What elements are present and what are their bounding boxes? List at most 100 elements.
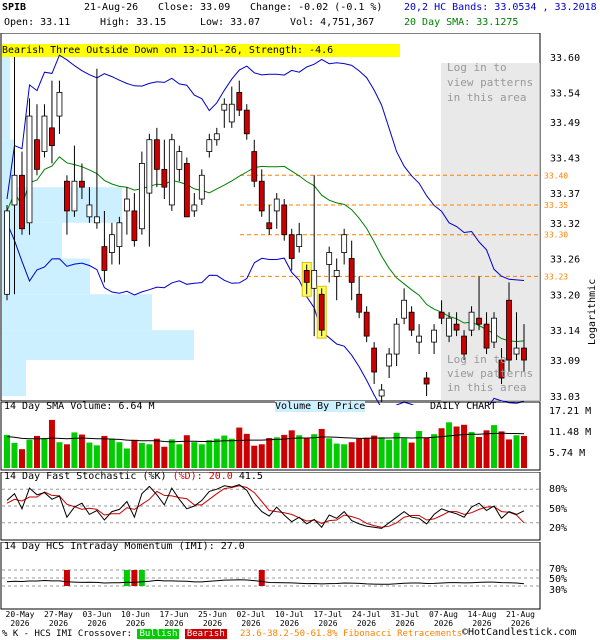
header-open: Open: 33.11 xyxy=(4,17,71,28)
volume-bar xyxy=(4,434,10,468)
volume-bar xyxy=(183,435,190,468)
volume-bar xyxy=(446,422,453,468)
price-axis: 33.60 33.54 33.49 33.43 33.37 33.32 33.26 33.20… xyxy=(550,53,580,403)
volume-bar xyxy=(416,431,423,468)
x-axis-label: 31-Jul xyxy=(391,610,420,619)
candle-body xyxy=(251,151,258,182)
brand-label[interactable]: ©HotCandlestick.com xyxy=(462,627,576,638)
x-axis-label: 14-Aug xyxy=(468,610,497,619)
x-axis-label: 20-May xyxy=(6,610,35,619)
stochastic-axis-label: 20% xyxy=(549,523,568,534)
candle-body xyxy=(146,139,153,194)
stochastic-d-title: (%D): xyxy=(172,471,203,482)
candle-body xyxy=(258,180,265,212)
login-prompt-bottom[interactable]: Log in to view patterns in this area xyxy=(447,353,533,395)
price-axis-label: 33.37 xyxy=(550,189,580,200)
hcs-lines xyxy=(2,569,540,587)
candle-body xyxy=(11,174,18,206)
volume-bar xyxy=(453,426,460,468)
x-axis-year: 2026 xyxy=(126,619,145,628)
candle-body xyxy=(356,293,363,313)
volume-bar xyxy=(138,442,145,468)
candle-body xyxy=(108,234,115,253)
candle-body xyxy=(423,377,430,385)
x-axis-year: 2026 xyxy=(434,619,453,628)
header-close: Close: 33.09 xyxy=(158,2,231,13)
x-axis-label: 17-Jun xyxy=(160,610,189,619)
volume-bar xyxy=(296,435,303,468)
candle-body xyxy=(273,198,280,212)
vbp-label: Volume By Price xyxy=(275,401,366,412)
volume-bar xyxy=(56,442,63,468)
crossover-bar xyxy=(63,570,70,586)
volume-bar xyxy=(206,440,213,468)
stochastic-k-title: 14 Day Fast Stochastic (%K) xyxy=(4,471,167,482)
x-axis-label: 25-Jun xyxy=(198,610,227,619)
header-low: Low: 33.07 xyxy=(200,17,261,28)
candle-body xyxy=(131,210,138,242)
x-axis-label: 27-May xyxy=(44,610,73,619)
volume-bar xyxy=(198,444,205,468)
bullish-key: Bullish xyxy=(137,629,180,639)
hcs-panel xyxy=(0,542,541,610)
x-axis-label: 03-Jun xyxy=(83,610,112,619)
login-prompt-top[interactable]: Log in to view patterns in this area xyxy=(447,60,533,105)
volume-bar xyxy=(303,438,310,468)
stochastic-k-value: 41.5 xyxy=(238,471,263,482)
volume-bar xyxy=(251,445,258,468)
x-axis-label: 07-Aug xyxy=(429,610,458,619)
header-change: Change: -0.02 (-0.1 %) xyxy=(250,2,383,13)
price-axis-label: 33.32 xyxy=(550,219,580,230)
candle-body xyxy=(491,317,497,343)
volume-bar xyxy=(483,430,490,468)
volume-bar xyxy=(48,419,55,468)
volume-bar xyxy=(506,439,513,468)
x-axis-year: 2026 xyxy=(318,619,337,628)
candle-body xyxy=(64,180,70,212)
crossover-bar xyxy=(123,570,130,586)
candle-body xyxy=(266,222,273,230)
volume-bar xyxy=(356,438,363,468)
volume-bar xyxy=(146,444,153,468)
volume-bar xyxy=(161,446,168,468)
vbp-bar xyxy=(2,360,26,396)
candle-body xyxy=(161,168,168,188)
candle-body xyxy=(401,299,408,319)
header-high: High: 33.15 xyxy=(100,17,167,28)
candle-body xyxy=(101,246,108,271)
x-axis-year: 2026 xyxy=(203,619,222,628)
volume-title: 14 Day SMA Volume: 6.64 M xyxy=(4,401,155,412)
candle-body xyxy=(378,389,385,397)
candle-body xyxy=(431,329,437,343)
x-axis-year: 2026 xyxy=(49,619,68,628)
candle-body xyxy=(288,234,295,259)
candle-body xyxy=(19,174,25,230)
candle-body xyxy=(176,151,183,170)
crossover-bar xyxy=(131,570,138,586)
volume-bar xyxy=(18,449,25,468)
candle-body xyxy=(296,234,303,248)
stochastic-panel xyxy=(0,472,541,541)
stochastic-lines xyxy=(2,484,540,529)
x-axis-label: 24-Jul xyxy=(352,610,381,619)
candle-body xyxy=(348,258,355,283)
volume-bar xyxy=(26,439,33,468)
candle-body xyxy=(326,252,333,265)
volume-bar xyxy=(41,438,48,468)
candle-body xyxy=(318,293,325,331)
candle-body xyxy=(386,353,393,367)
candle-body xyxy=(56,92,63,117)
candle-body xyxy=(453,323,460,331)
volume-bar xyxy=(176,444,183,468)
vbp-bar xyxy=(2,330,194,361)
x-axis-year: 2026 xyxy=(280,619,299,628)
bearish-key: Bearish xyxy=(184,629,227,639)
price-axis-label: 33.60 xyxy=(550,53,580,64)
candle-body xyxy=(461,335,467,355)
candle-body xyxy=(26,115,33,224)
hcs-axis-label: 50% xyxy=(549,574,568,585)
candle-body xyxy=(506,299,512,361)
candle-body xyxy=(94,216,100,224)
volume-bar xyxy=(386,439,393,468)
stochastic-d-value: 20.0 xyxy=(208,471,233,482)
